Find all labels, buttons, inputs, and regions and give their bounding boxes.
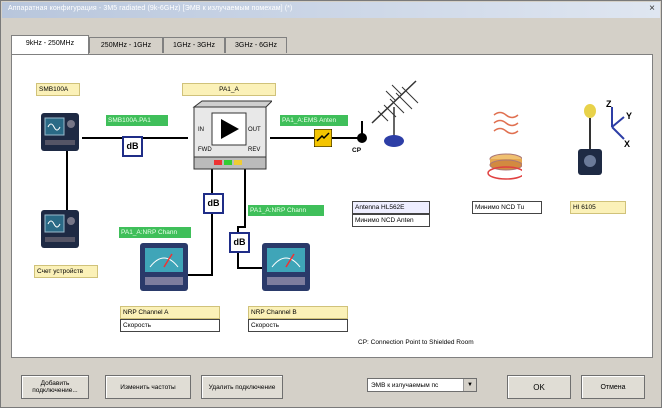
add-connection-button[interactable]: Добавить подключение... [21, 375, 89, 399]
antenna-icon[interactable] [366, 77, 422, 157]
config-window: Аппаратная конфигурация - 3M5 radiated (… [0, 0, 662, 408]
tab-1ghz-3ghz[interactable]: 1GHz - 3GHz [163, 37, 225, 53]
conn-gen-amp-label[interactable]: SMB100A.PA1 [106, 115, 168, 126]
chevron-down-icon[interactable]: ▼ [463, 379, 476, 391]
delete-connection-button[interactable]: Удалить подключение [201, 375, 283, 399]
conn-amp-ant-label[interactable]: PA1_A:EMS Anten [280, 115, 348, 126]
window-title: Аппаратная конфигурация - 3M5 radiated (… [8, 5, 293, 12]
power-amplifier[interactable]: IN OUT FWD REV [188, 99, 274, 171]
gen2-label[interactable]: Счет устройств [34, 265, 98, 278]
tab-3ghz-6ghz[interactable]: 3GHz - 6GHz [225, 37, 287, 53]
probe-y-label: Y [626, 111, 633, 121]
amp-fwd-label: FWD [198, 147, 212, 153]
tab-250mhz-1ghz[interactable]: 250MHz - 1GHz [89, 37, 163, 53]
antenna-name-field[interactable]: Antenna HL562E [352, 201, 430, 214]
turntable-field[interactable]: Минимо NCD Tu [472, 201, 542, 214]
pm-a-sub-field[interactable]: Скорость [120, 319, 220, 332]
db-attenuator-1[interactable]: dB [122, 136, 143, 157]
turntable-icon[interactable] [482, 107, 525, 185]
cancel-button[interactable]: Отмена [581, 375, 645, 399]
pm-b-name-field[interactable]: NRP Channel B [248, 306, 348, 319]
probe-x-label: X [624, 139, 631, 149]
amp-out-label: OUT [248, 127, 261, 133]
signal-generator-2[interactable] [40, 207, 80, 249]
profile-select-value: ЭМВ к излучаемым пс [371, 382, 439, 389]
diagram-panel: SMB100A Счет устройств SMB100A.PA1 dB PA… [11, 54, 653, 358]
amp-rev-label: REV [248, 147, 261, 153]
pm-b-sub-field[interactable]: Скорость [248, 319, 348, 332]
signal-generator-1[interactable] [40, 110, 80, 152]
amp-label[interactable]: PA1_A [182, 83, 276, 96]
power-meter-b[interactable] [260, 241, 312, 295]
db-attenuator-fwd[interactable]: dB [203, 193, 224, 214]
pm-a-name-field[interactable]: NRP Channel A [120, 306, 220, 319]
amp-in-label: IN [198, 127, 204, 133]
field-probe-icon[interactable]: Z Y X [568, 99, 638, 179]
conn-fwd-label[interactable]: PA1_A:NRP Chann [119, 227, 191, 238]
profile-select[interactable]: ЭМВ к излучаемым пс ▼ [367, 378, 477, 392]
close-icon[interactable]: × [649, 3, 655, 14]
title-bar: Аппаратная конфигурация - 3M5 radiated (… [2, 2, 660, 18]
change-frequencies-button[interactable]: Изменить частоты [105, 375, 191, 399]
tab-9khz-250mhz[interactable]: 9kHz - 250MHz [11, 35, 89, 54]
cp-label: CP [352, 147, 362, 154]
coupler-icon[interactable] [313, 128, 333, 148]
gen1-label[interactable]: SMB100A [36, 83, 80, 96]
field-probe-field[interactable]: HI 6105 [570, 201, 626, 214]
cp-note: CP: Connection Point to Shielded Room [358, 339, 474, 346]
db-attenuator-rev[interactable]: dB [229, 232, 250, 253]
antenna-sub-field[interactable]: Минимо NCD Anten [352, 214, 430, 227]
probe-z-label: Z [606, 99, 612, 109]
conn-rev-label[interactable]: PA1_A:NRP Chann [248, 205, 324, 216]
power-meter-a[interactable] [138, 241, 190, 295]
ok-button[interactable]: OK [507, 375, 571, 399]
